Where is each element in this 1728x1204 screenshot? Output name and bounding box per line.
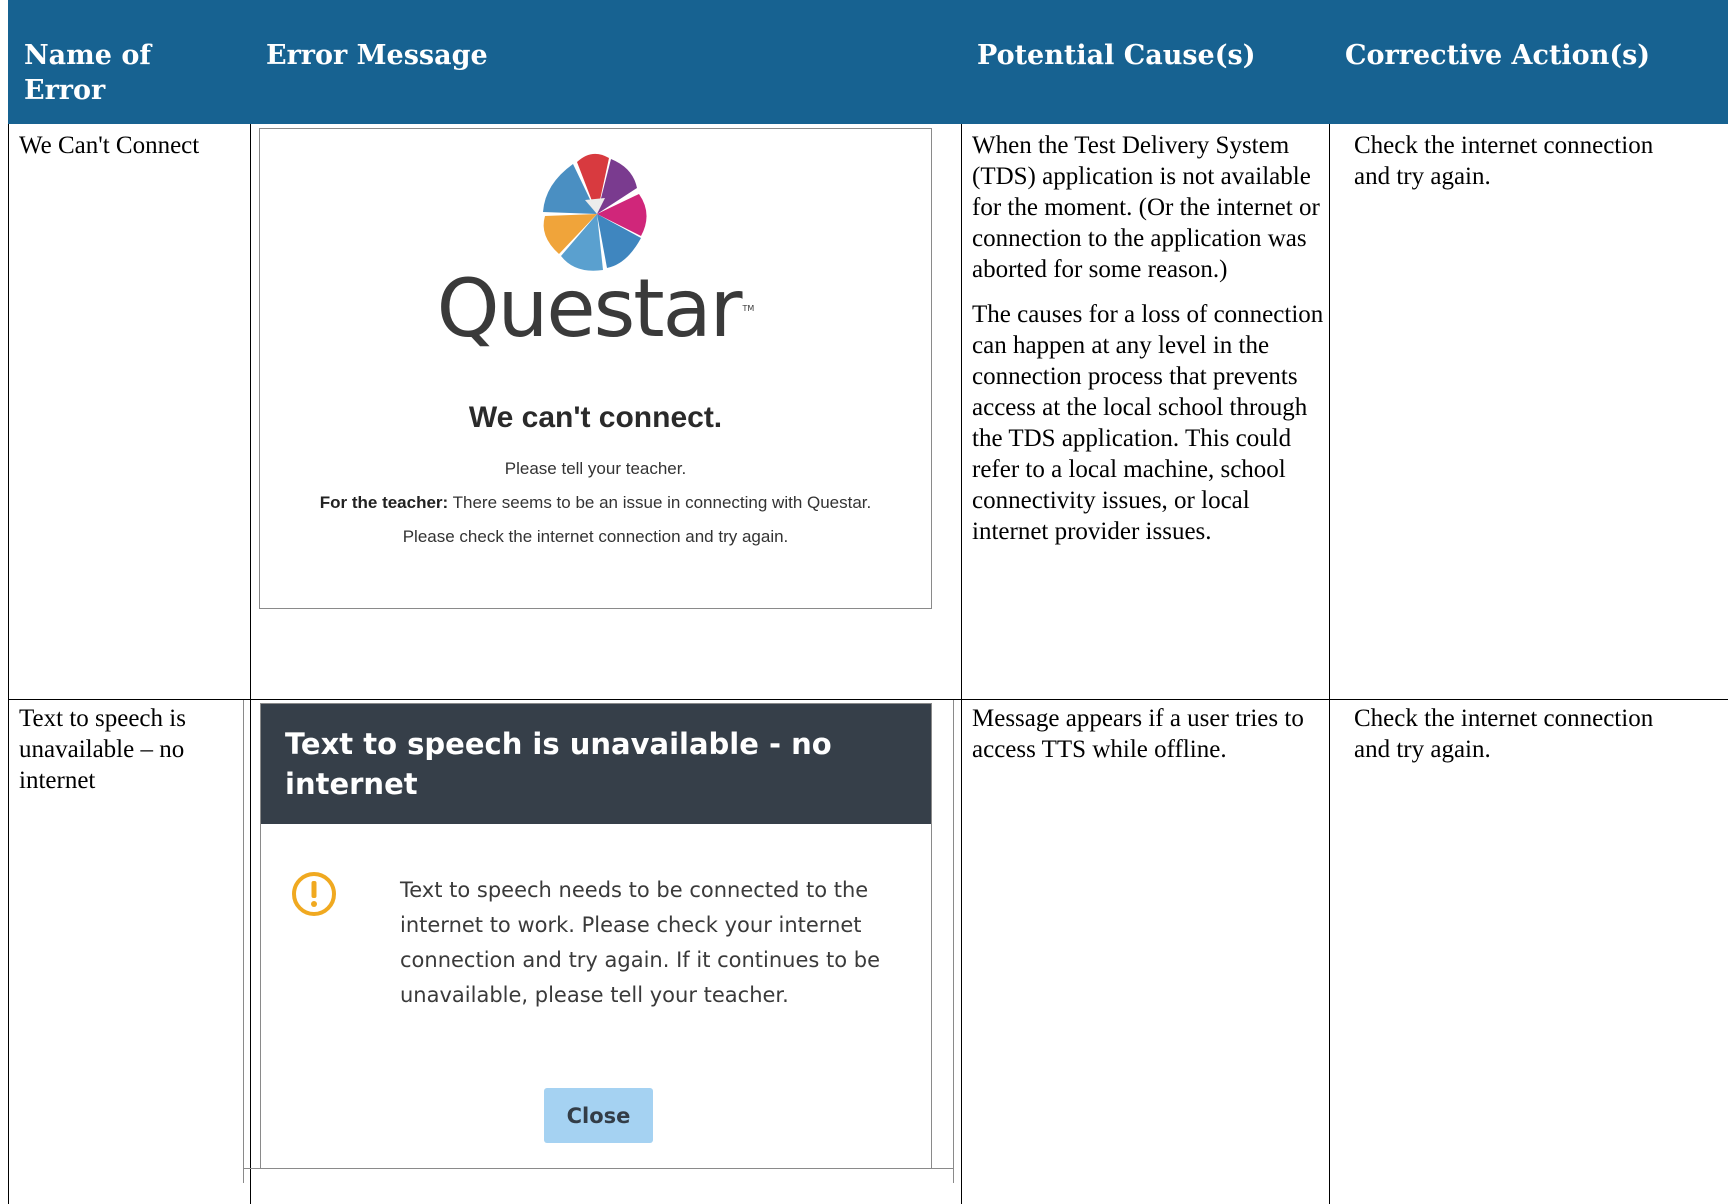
close-button[interactable]: Close bbox=[544, 1088, 653, 1143]
tell-teacher-text: Please tell your teacher. bbox=[504, 459, 687, 478]
header-potential-causes: Potential Cause(s) bbox=[977, 40, 1256, 71]
dialog-message: Text to speech needs to be connected to … bbox=[400, 878, 881, 1007]
header-corrective-actions: Corrective Action(s) bbox=[1345, 40, 1651, 71]
table-header-row: Name of Error Error Message Potential Ca… bbox=[8, 0, 1728, 124]
row-divider bbox=[8, 699, 1728, 700]
row2-error-name: Text to speech is unavailable – no inter… bbox=[19, 705, 186, 794]
teacher-note-label: For the teacher: bbox=[319, 493, 449, 512]
row2-potential-cause: Message appears if a user tries to acces… bbox=[972, 703, 1312, 779]
cause-paragraph: Message appears if a user tries to acces… bbox=[972, 705, 1304, 763]
row1-potential-cause: When the Test Delivery System (TDS) appl… bbox=[972, 130, 1324, 561]
connect-error-title: We can't connect. bbox=[468, 401, 723, 434]
dialog-header: Text to speech is unavailable - no inter… bbox=[261, 704, 931, 824]
teacher-note: For the teacher: There seems to be an is… bbox=[260, 493, 931, 513]
questar-logo-icon bbox=[543, 153, 647, 271]
row1-error-name: We Can't Connect bbox=[19, 132, 200, 159]
screenshot-frame bbox=[953, 700, 954, 1183]
cause-paragraph: When the Test Delivery System (TDS) appl… bbox=[972, 132, 1320, 283]
connect-error-screenshot: Questar TM We can't connect. Please tell … bbox=[259, 128, 932, 609]
tts-unavailable-dialog: Text to speech is unavailable - no inter… bbox=[260, 703, 932, 1169]
header-name-of-error: Name of Error bbox=[24, 40, 151, 106]
check-connection-text: Please check the internet connection and… bbox=[402, 527, 789, 546]
table-border-left bbox=[8, 124, 9, 1204]
column-divider bbox=[250, 124, 251, 1204]
questar-wordmark: Questar TM bbox=[436, 262, 755, 355]
header-error-message: Error Message bbox=[266, 40, 488, 71]
teacher-note-text: There seems to be an issue in connecting… bbox=[448, 493, 872, 512]
exclamation-circle-icon bbox=[292, 872, 336, 916]
column-divider bbox=[961, 124, 962, 1204]
column-divider bbox=[1329, 124, 1330, 1204]
screenshot-frame bbox=[243, 700, 244, 1183]
dialog-title: Text to speech is unavailable - no inter… bbox=[285, 727, 832, 801]
row2-corrective-action: Check the internet connection and try ag… bbox=[1354, 705, 1654, 763]
row1-corrective-action: Check the internet connection and try ag… bbox=[1354, 132, 1654, 190]
cause-paragraph: The causes for a loss of connection can … bbox=[972, 301, 1324, 545]
